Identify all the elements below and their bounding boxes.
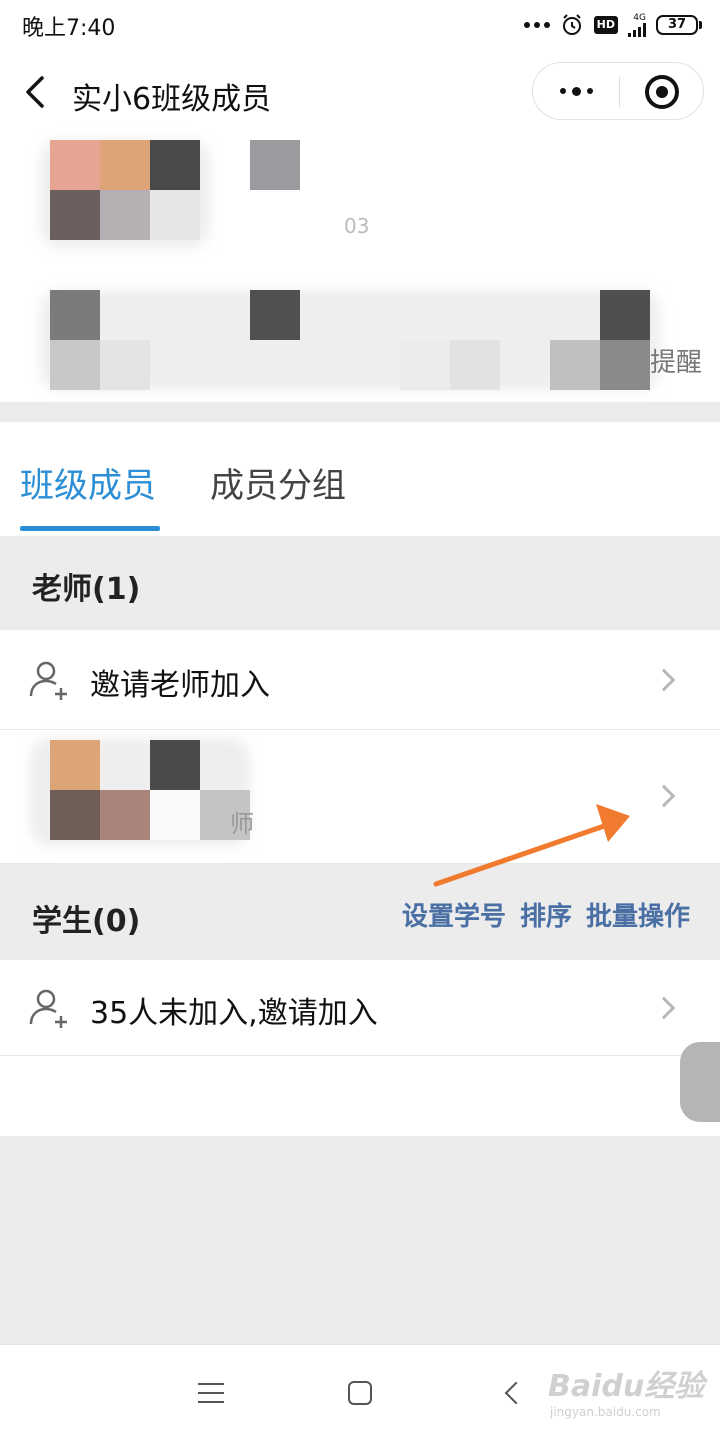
nav-bar: 实小6班级成员 <box>0 50 720 140</box>
member-summary-block: 03 提醒 <box>0 140 720 402</box>
tab-class-members[interactable]: 班级成员 <box>20 458 156 507</box>
home-icon[interactable] <box>348 1381 372 1405</box>
sort-button[interactable]: 排序 <box>520 896 572 933</box>
mini-program-capsule <box>532 62 704 120</box>
invite-students-row[interactable]: 35人未加入,邀请加入 <box>0 960 720 1056</box>
mosaic-avatar <box>50 740 100 790</box>
alarm-icon <box>562 14 581 35</box>
chevron-right-icon <box>652 996 676 1020</box>
status-icons: HD 4G 37 <box>523 10 702 40</box>
student-actions: 设置学号 排序 批量操作 <box>402 896 690 933</box>
remind-link[interactable]: 提醒 <box>650 342 702 379</box>
scrollbar-thumb[interactable] <box>680 1042 720 1122</box>
more-notifications-icon <box>523 22 550 28</box>
watermark-subtext: jingyan.baidu.com <box>550 1405 661 1419</box>
section-divider <box>0 402 720 422</box>
add-person-icon <box>29 661 67 700</box>
more-menu-button[interactable] <box>533 63 619 119</box>
set-student-number-button[interactable]: 设置学号 <box>402 896 506 933</box>
watermark-logo: Baidu经验 jingyan.baidu.com <box>548 1361 705 1419</box>
list-footer-space <box>0 1056 720 1136</box>
active-tab-indicator <box>20 526 160 531</box>
signal-icon: 4G <box>628 12 646 37</box>
invite-teacher-label: 邀请老师加入 <box>90 668 270 703</box>
students-title: 学生(0) <box>32 904 141 939</box>
watermark-text: Baidu经验 <box>548 1369 705 1404</box>
mosaic-block <box>250 140 300 190</box>
capsule-divider <box>619 77 620 107</box>
mosaic-block <box>50 290 100 340</box>
add-person-icon <box>29 989 67 1028</box>
recent-apps-icon[interactable] <box>198 1383 224 1403</box>
teacher-name-suffix: 师 <box>230 810 254 838</box>
member-tabs: 班级成员 成员分组 <box>0 422 720 536</box>
battery-icon: 37 <box>656 15 702 35</box>
batch-operation-button[interactable]: 批量操作 <box>586 896 690 933</box>
system-navigation-bar: Baidu经验 jingyan.baidu.com <box>0 1344 720 1440</box>
chevron-right-icon <box>652 668 676 692</box>
mosaic-avatar <box>50 140 100 190</box>
battery-level: 37 <box>656 15 698 35</box>
obscured-text: 03 <box>344 214 370 238</box>
back-icon[interactable] <box>504 1381 528 1405</box>
teachers-section-header: 老师(1) <box>0 536 720 630</box>
teachers-title: 老师(1) <box>32 572 141 607</box>
tab-member-groups[interactable]: 成员分组 <box>210 458 346 507</box>
invite-teacher-row[interactable]: 邀请老师加入 <box>0 630 720 730</box>
invite-students-label: 35人未加入,邀请加入 <box>90 996 378 1031</box>
network-type: 4G <box>633 12 646 23</box>
page-title: 实小6班级成员 <box>72 82 272 117</box>
status-time: 晚上7:40 <box>22 16 116 41</box>
back-chevron-icon[interactable] <box>20 72 52 112</box>
close-mini-program-button[interactable] <box>645 75 679 109</box>
hd-icon: HD <box>593 16 618 34</box>
annotation-arrow-icon <box>433 804 630 887</box>
status-bar: 晚上7:40 HD 4G 37 <box>0 0 720 50</box>
